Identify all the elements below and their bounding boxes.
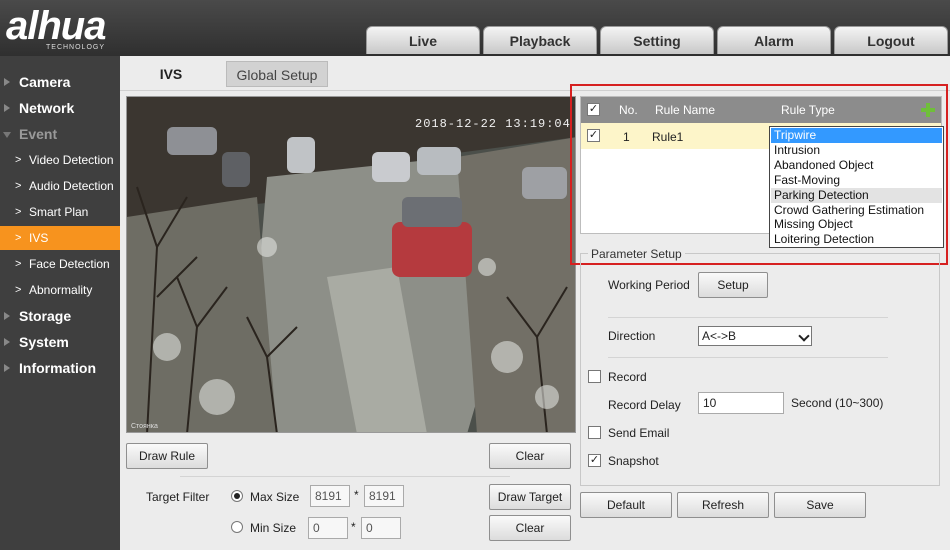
refresh-button[interactable]: Refresh [677, 492, 769, 518]
chevron-right-icon: > [15, 180, 22, 192]
expand-arrow-icon [4, 312, 10, 320]
video-timestamp: 2018-12-22 13:19:04 [415, 117, 571, 131]
tab-ivs[interactable]: IVS [122, 61, 220, 91]
sidebar-subitem-face-detection[interactable]: > Face Detection [0, 252, 120, 276]
chevron-down-icon [798, 330, 810, 342]
expand-arrow-icon [4, 364, 10, 372]
working-period-label: Working Period [608, 278, 690, 292]
min-size-label: Min Size [250, 521, 297, 535]
parameter-setup-legend: Parameter Setup [588, 247, 685, 261]
sidebar-item-information[interactable]: Information [0, 356, 120, 380]
snapshot-label: Snapshot [608, 454, 659, 468]
clear-target-button[interactable]: Clear [489, 515, 571, 541]
sidebar: Camera Network Event > Video Detection > A… [0, 56, 120, 550]
max-size-radio[interactable] [231, 490, 243, 502]
direction-label: Direction [608, 329, 656, 343]
tab-alarm[interactable]: Alarm [717, 26, 831, 54]
divider [608, 317, 888, 318]
sidebar-item-system[interactable]: System [0, 330, 120, 354]
chevron-right-icon: > [15, 284, 22, 296]
times-sign: * [354, 488, 359, 502]
sidebar-subitem-abnormality[interactable]: > Abnormality [0, 278, 120, 302]
expand-arrow-icon [4, 338, 10, 346]
tab-global-setup[interactable]: Global Setup [226, 61, 328, 87]
main-content: IVS Global Setup 2018-12-22 13:19:04 Cто… [120, 56, 950, 550]
direction-select[interactable]: A<->B [698, 326, 812, 346]
min-height-input[interactable]: 0 [361, 517, 401, 539]
draw-rule-button[interactable]: Draw Rule [126, 443, 208, 469]
highlight-box [570, 84, 948, 265]
max-size-label: Max Size [250, 490, 300, 504]
record-checkbox[interactable] [588, 370, 601, 383]
sidebar-item-event[interactable]: Event [0, 122, 120, 146]
default-button[interactable]: Default [580, 492, 672, 518]
record-delay-label: Record Delay [608, 398, 681, 412]
sidebar-item-camera[interactable]: Camera [0, 70, 120, 94]
divider [608, 357, 888, 358]
send-email-label: Send Email [608, 426, 670, 440]
top-bar: alhua TECHNOLOGY Live Playback Setting A… [0, 0, 950, 56]
video-preview[interactable]: 2018-12-22 13:19:04 Cтоянка [126, 96, 576, 433]
sidebar-subitem-ivs[interactable]: > IVS [0, 226, 120, 250]
save-button[interactable]: Save [774, 492, 866, 518]
sidebar-subitem-video-detection[interactable]: > Video Detection [0, 148, 120, 172]
tab-setting[interactable]: Setting [600, 26, 714, 54]
divider [180, 476, 510, 477]
setup-button[interactable]: Setup [698, 272, 768, 298]
clear-rule-button[interactable]: Clear [489, 443, 571, 469]
snapshot-checkbox[interactable]: ✓ [588, 454, 601, 467]
sidebar-subitem-audio-detection[interactable]: > Audio Detection [0, 174, 120, 198]
tab-live[interactable]: Live [366, 26, 480, 54]
chevron-right-icon: > [15, 232, 22, 244]
record-delay-unit: Second (10~300) [791, 396, 884, 410]
min-width-input[interactable]: 0 [308, 517, 348, 539]
expand-arrow-icon [4, 78, 10, 86]
chevron-right-icon: > [15, 258, 22, 270]
video-watermark: Cтоянка [131, 423, 158, 430]
sidebar-subitem-smart-plan[interactable]: > Smart Plan [0, 200, 120, 224]
dahua-logo: alhua TECHNOLOGY [6, 4, 106, 51]
chevron-right-icon: > [15, 154, 22, 166]
tab-logout[interactable]: Logout [834, 26, 948, 54]
draw-target-button[interactable]: Draw Target [489, 484, 571, 510]
send-email-checkbox[interactable] [588, 426, 601, 439]
record-label: Record [608, 370, 647, 384]
min-size-radio[interactable] [231, 521, 243, 533]
times-sign: * [351, 520, 356, 534]
record-delay-input[interactable]: 10 [698, 392, 784, 414]
expand-arrow-icon [4, 104, 10, 112]
chevron-right-icon: > [15, 206, 22, 218]
sidebar-item-storage[interactable]: Storage [0, 304, 120, 328]
sidebar-item-network[interactable]: Network [0, 96, 120, 120]
target-filter-label: Target Filter [146, 490, 210, 504]
max-width-input[interactable]: 8191 [310, 485, 350, 507]
tab-playback[interactable]: Playback [483, 26, 597, 54]
collapse-arrow-icon [3, 132, 11, 138]
max-height-input[interactable]: 8191 [364, 485, 404, 507]
camera-snapshot [127, 97, 575, 432]
